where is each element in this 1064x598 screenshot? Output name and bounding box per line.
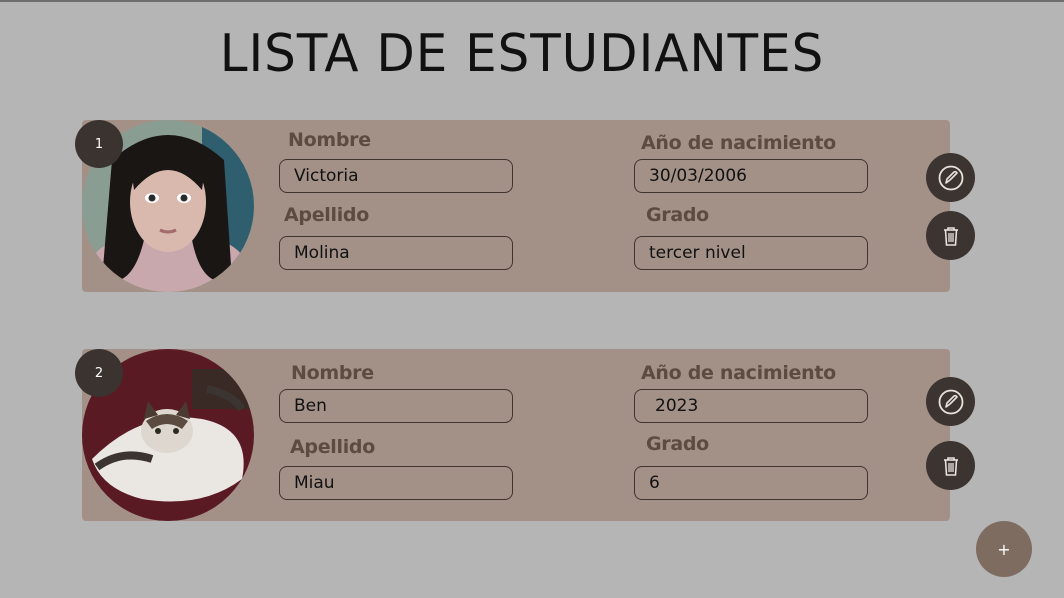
label-nombre: Nombre xyxy=(291,362,374,384)
edit-button[interactable] xyxy=(926,153,975,202)
label-grado: Grado xyxy=(646,433,709,455)
nombre-field[interactable] xyxy=(279,159,513,193)
pencil-circle-icon xyxy=(938,165,963,190)
grado-field[interactable] xyxy=(634,466,868,500)
apellido-field[interactable] xyxy=(279,466,513,500)
nacimiento-field[interactable] xyxy=(634,159,868,193)
trash-icon xyxy=(943,226,958,246)
label-nacimiento: Año de nacimiento xyxy=(641,132,836,154)
label-apellido: Apellido xyxy=(290,436,375,458)
apellido-field[interactable] xyxy=(279,236,513,270)
plus-icon: + xyxy=(997,539,1011,559)
nacimiento-field[interactable] xyxy=(634,389,868,423)
delete-button[interactable] xyxy=(926,441,975,490)
trash-icon xyxy=(943,456,958,476)
label-grado: Grado xyxy=(646,204,709,226)
window-top-border xyxy=(0,0,1064,2)
grado-field[interactable] xyxy=(634,236,868,270)
label-nombre: Nombre xyxy=(288,129,371,151)
label-apellido: Apellido xyxy=(284,204,369,226)
label-nacimiento: Año de nacimiento xyxy=(641,362,836,384)
nombre-field[interactable] xyxy=(279,389,513,423)
student-index-badge: 1 xyxy=(75,120,123,168)
student-index-badge: 2 xyxy=(75,349,123,397)
edit-button[interactable] xyxy=(926,377,975,426)
pencil-circle-icon xyxy=(938,389,963,414)
add-student-button[interactable]: + xyxy=(976,521,1032,577)
page-title: LISTA DE ESTUDIANTES xyxy=(219,24,825,84)
delete-button[interactable] xyxy=(926,211,975,260)
